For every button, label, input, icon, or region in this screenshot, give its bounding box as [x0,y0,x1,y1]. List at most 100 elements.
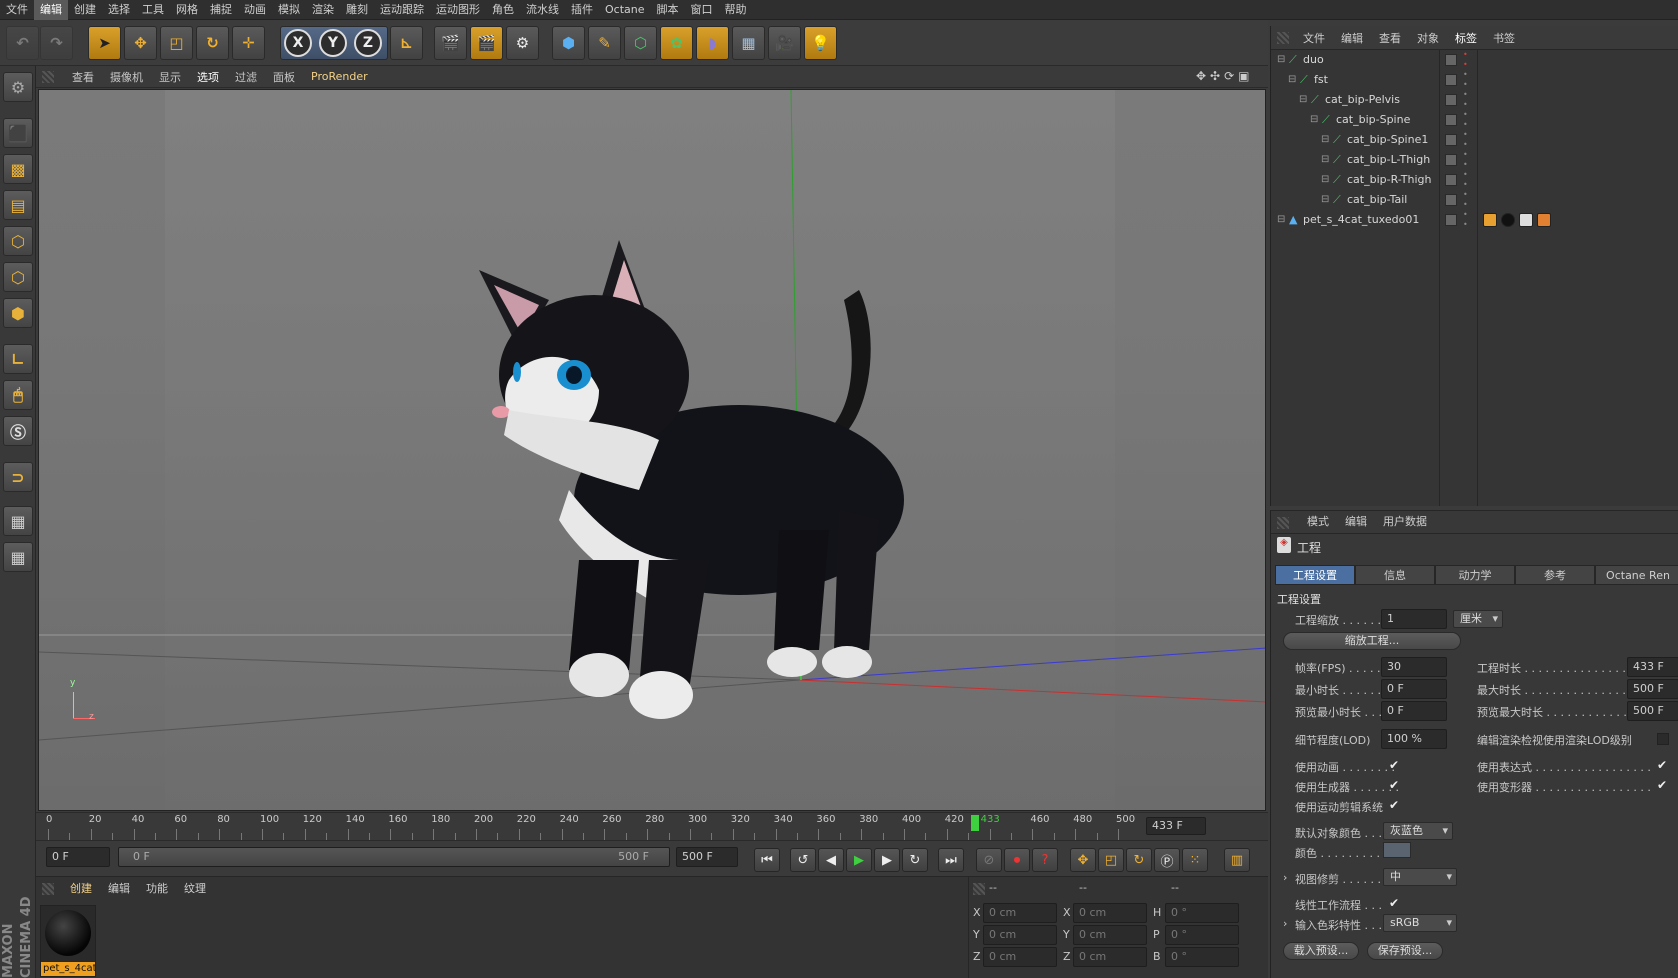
default-color-dropdown[interactable]: 灰蓝色 [1383,822,1453,840]
solo-button[interactable]: Ⓢ [3,416,33,446]
scale-tool-button[interactable]: ◰ [160,26,193,60]
expand-toggle-icon[interactable]: ⊟ [1288,70,1296,90]
menu-item-4[interactable]: 工具 [136,0,170,20]
expand-toggle-icon[interactable]: ⊟ [1321,130,1329,150]
make-editable-button[interactable]: ⚙ [3,72,33,102]
save-preset-button[interactable]: 保存预设... [1367,942,1443,960]
object-tag-icon[interactable] [1537,213,1551,227]
menu-item-0[interactable]: 文件 [0,0,34,20]
cloner-button[interactable]: ✿ [660,26,693,60]
light-button[interactable]: 💡 [804,26,837,60]
timeline-ruler[interactable]: 0 20 40 60 80 100 120 140 160 180 200 220 240 260 280 3… [36,812,1268,841]
record-off-button[interactable]: ⊘ [976,848,1002,872]
object-row[interactable]: ⊟ ⟋ cat_bip-Pelvis • • [1271,90,1678,110]
end-frame-field[interactable]: 500 F [676,847,738,867]
object-row[interactable]: ⊟ ⟋ fst • • [1271,70,1678,90]
key-param-button[interactable]: Ⓟ [1154,848,1180,872]
viewport-nav-icons[interactable]: ✥✣⟳▣ [1196,69,1266,85]
layer-toggle-icon[interactable] [1445,174,1457,186]
coord-position-field[interactable]: 0 cm [983,947,1057,967]
edges-mode-button[interactable]: ⬡ [3,262,33,292]
fps-field[interactable]: 30 [1381,657,1447,677]
visibility-dots-icon[interactable]: • • [1463,50,1468,70]
prev-frame-button[interactable]: ◀ [818,848,844,872]
load-preset-button[interactable]: 载入预设... [1283,942,1359,960]
lod-render-checkbox[interactable] [1657,733,1669,745]
attribute-tab-2[interactable]: 动力学 [1435,565,1515,585]
expand-arrow-icon[interactable]: › [1283,917,1287,930]
menu-item-9[interactable]: 渲染 [306,0,340,20]
expand-arrow-icon[interactable]: › [1283,871,1287,884]
goto-end-button[interactable]: ⏭ [938,848,964,872]
viewport-menu-item-1[interactable]: 摄像机 [102,69,151,85]
material-menu-item-3[interactable]: 纹理 [176,880,214,896]
menu-item-12[interactable]: 运动图形 [430,0,486,20]
menu-item-6[interactable]: 捕捉 [204,0,238,20]
preview-max-field[interactable]: 500 F [1627,701,1678,721]
layer-toggle-icon[interactable] [1445,74,1457,86]
menu-item-15[interactable]: 插件 [565,0,599,20]
object-tag-icon[interactable] [1519,213,1533,227]
preview-min-field[interactable]: 0 F [1381,701,1447,721]
coord-size-field[interactable]: 0 cm [1073,925,1147,945]
coord-position-field[interactable]: 0 cm [983,925,1057,945]
object-tag-icon[interactable] [1501,213,1515,227]
visibility-dots-icon[interactable]: • • [1463,210,1468,230]
view-clip-dropdown[interactable]: 中 [1383,868,1457,886]
play-button[interactable]: ▶ [846,848,872,872]
expand-toggle-icon[interactable]: ⊟ [1321,170,1329,190]
expand-toggle-icon[interactable]: ⊟ [1310,110,1318,130]
coord-size-field[interactable]: 0 cm [1073,903,1147,923]
coord-rotation-field[interactable]: 0 ° [1165,903,1239,923]
select-tool-button[interactable]: ➤ [88,26,121,60]
attribute-menu-item-1[interactable]: 编辑 [1337,513,1375,531]
layer-toggle-icon[interactable] [1445,114,1457,126]
menu-item-13[interactable]: 角色 [486,0,520,20]
expand-toggle-icon[interactable]: ⊟ [1277,210,1285,230]
visibility-dots-icon[interactable]: • • [1463,70,1468,90]
expand-toggle-icon[interactable]: ⊟ [1321,150,1329,170]
pen-spline-button[interactable]: ✎ [588,26,621,60]
timeline-window-button[interactable]: ▥ [1224,848,1250,872]
menu-item-1[interactable]: 编辑 [34,0,68,20]
expand-toggle-icon[interactable]: ⊟ [1321,190,1329,210]
viewport-menu-item-6[interactable]: ProRender [303,70,376,83]
record-button[interactable]: ⏺ [1004,848,1030,872]
render-view-button[interactable]: 🎬 [434,26,467,60]
attribute-tab-0[interactable]: 工程设置 [1275,565,1355,585]
use-deform-checkbox[interactable]: ✔ [1657,779,1669,791]
project-length-field[interactable]: 433 F [1627,657,1678,677]
3d-viewport[interactable]: y z [38,89,1266,811]
preview-range-slider[interactable]: 0 F 500 F [118,847,670,867]
visibility-dots-icon[interactable]: • • [1463,130,1468,150]
menu-item-3[interactable]: 选择 [102,0,136,20]
use-gen-checkbox[interactable]: ✔ [1389,779,1401,791]
object-row[interactable]: ⊟ ⟋ cat_bip-Spine • • [1271,110,1678,130]
key-scale-button[interactable]: ◰ [1098,848,1124,872]
menu-item-8[interactable]: 模拟 [272,0,306,20]
object-menu-item-4[interactable]: 标签 [1447,30,1485,46]
visibility-dots-icon[interactable]: • • [1463,90,1468,110]
key-pla-button[interactable]: ⁙ [1182,848,1208,872]
menu-item-14[interactable]: 流水线 [520,0,565,20]
menu-item-16[interactable]: Octane [599,0,651,20]
menu-item-2[interactable]: 创建 [68,0,102,20]
object-tag-icon[interactable] [1483,213,1497,227]
key-position-button[interactable]: ✥ [1070,848,1096,872]
undo-button[interactable]: ↶ [6,26,39,60]
workplane-lock-button[interactable]: ▦ [3,506,33,536]
tweak-mode-button[interactable]: 🖱 [3,380,33,410]
object-row[interactable]: ⊟ ⟋ cat_bip-L-Thigh • • [1271,150,1678,170]
camera-button[interactable]: 🎥 [768,26,801,60]
object-menu-item-5[interactable]: 书签 [1485,30,1523,46]
coord-size-field[interactable]: 0 cm [1073,947,1147,967]
cube-primitive-button[interactable]: ⬢ [552,26,585,60]
coord-rotation-field[interactable]: 0 ° [1165,947,1239,967]
coord-system-button[interactable]: ⊾ [390,26,423,60]
menu-item-10[interactable]: 雕刻 [340,0,374,20]
transform-tool-button[interactable]: ✛ [232,26,265,60]
redo-button[interactable]: ↷ [40,26,73,60]
expand-toggle-icon[interactable]: ⊟ [1277,50,1285,70]
key-rotation-button[interactable]: ↻ [1126,848,1152,872]
menu-item-17[interactable]: 脚本 [651,0,685,20]
